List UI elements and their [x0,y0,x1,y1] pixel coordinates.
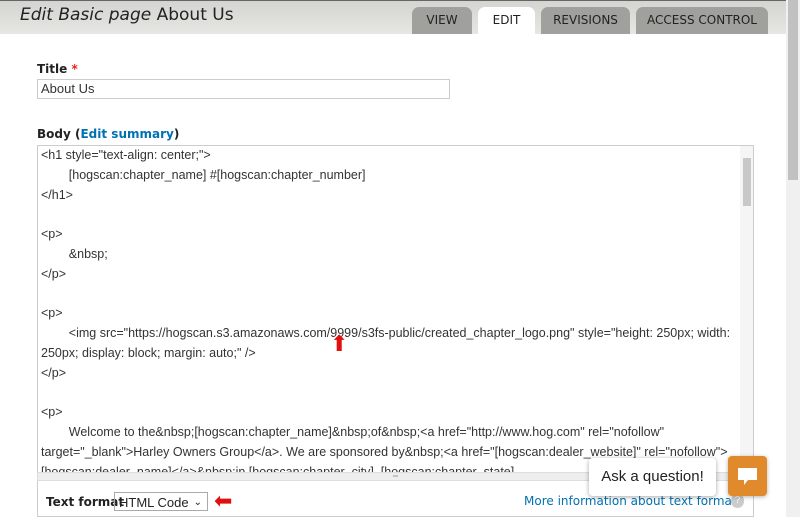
code-line: <img src="https://hogscan.s3.amazonaws.c… [41,326,731,341]
help-icon[interactable]: ? [731,494,744,508]
page-title-type: Edit Basic page [20,5,152,25]
chevron-down-icon: ⌄ [193,497,202,508]
red-arrow-left-icon: ⬅ [214,488,233,513]
text-format-value: HTML Code [119,495,189,510]
chat-button[interactable] [728,456,767,496]
tab-view[interactable]: VIEW [412,7,472,34]
body-label: Body (Edit summary) [37,127,180,141]
page-scroll-thumb[interactable] [788,0,798,180]
text-format-label: Text format [46,495,125,509]
code-line: 250px; display: block; margin: auto;" /> [41,345,256,360]
code-line: Welcome to the&nbsp;[hogscan:chapter_nam… [41,425,665,440]
tab-access-control[interactable]: ACCESS CONTROL [636,7,768,34]
title-label: Title * [37,62,78,76]
code-line: <p> [41,306,63,321]
chat-bubble-icon [738,468,757,485]
tab-edit[interactable]: EDIT [478,7,535,34]
more-info-link[interactable]: More information about text formats [524,494,743,508]
page-title: Edit Basic page About Us [20,5,234,25]
text-format-select[interactable]: HTML Code ⌄ [114,492,208,511]
body-textarea[interactable]: <h1 style="text-align: center;"> [hogsca… [37,145,754,474]
textarea-scroll-thumb[interactable] [743,158,751,206]
page-header: Edit Basic page About Us VIEW EDIT REVIS… [0,0,786,34]
code-line: [hogscan:chapter_name] #[hogscan:chapter… [41,167,366,182]
page-title-name: About Us [156,5,234,25]
code-line: </p> [41,266,67,281]
code-line: <p> [41,227,63,242]
textarea-scrollbar[interactable] [740,146,753,473]
tab-revisions[interactable]: REVISIONS [541,7,630,34]
edit-summary-link[interactable]: Edit summary [80,127,173,141]
code-line: </p> [41,365,67,380]
code-line: </h1> [41,187,73,202]
code-line: <p> [41,405,63,420]
page-scrollbar[interactable] [786,0,800,517]
required-marker: * [71,62,78,76]
title-input[interactable]: About Us [37,79,450,99]
code-line: &nbsp; [41,246,108,261]
code-line: <h1 style="text-align: center;"> [41,148,211,162]
red-arrow-up-icon: ⬆ [330,331,349,356]
ask-question-bubble[interactable]: Ask a question! [589,458,716,496]
